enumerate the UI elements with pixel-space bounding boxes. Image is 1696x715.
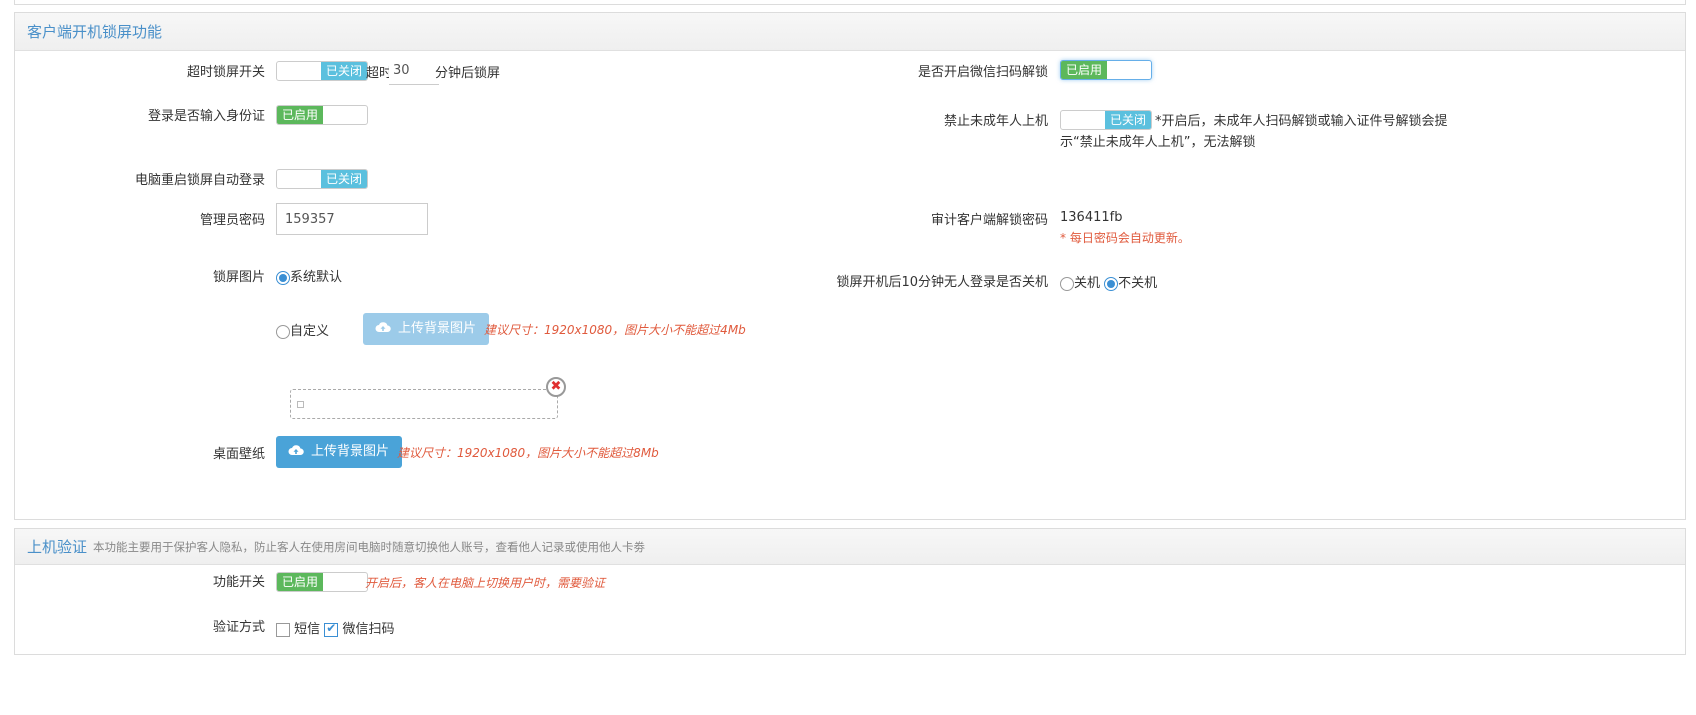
- radio-no-shutdown-label: 不关机: [1118, 276, 1158, 291]
- wallpaper-upload-button[interactable]: 上传背景图片: [276, 436, 403, 468]
- cloud-upload-icon: [375, 322, 391, 332]
- admin-password-input[interactable]: [276, 203, 428, 235]
- timeout-minutes-input[interactable]: [389, 57, 439, 85]
- upload-label: 上传背景图片: [398, 321, 477, 336]
- wallpaper-hint: 建议尺寸：1920x1080，图片大小不能超过8Mb: [397, 446, 659, 460]
- lock-screen-panel: 客户端开机锁屏功能 超时锁屏开关 已关闭 超时 分钟后锁屏 是否开启微信扫码解锁…: [14, 12, 1686, 520]
- sms-checkbox[interactable]: [276, 622, 290, 637]
- minor-ban-label: 禁止未成年人上机: [943, 114, 1048, 129]
- toggle-off-label: 已关闭: [1105, 111, 1151, 129]
- audit-password-value: 136411fb: [1060, 210, 1123, 225]
- radio-shutdown-label: 关机: [1074, 276, 1101, 291]
- lock-screen-panel-header: 客户端开机锁屏功能: [15, 13, 1685, 51]
- wallpaper-label: 桌面壁纸: [212, 447, 265, 462]
- timeout-lock-label: 超时锁屏开关: [186, 65, 265, 80]
- feature-switch-hint: 开启后，客人在电脑上切换用户时，需要验证: [365, 576, 606, 590]
- toggle-on-label: 已启用: [277, 573, 323, 591]
- broken-image-icon: [297, 401, 304, 408]
- upload-label: 上传背景图片: [311, 444, 390, 459]
- close-icon: ✖: [550, 379, 562, 394]
- wechat-unlock-toggle[interactable]: 已启用: [1060, 60, 1152, 80]
- verify-method-label: 验证方式: [212, 620, 265, 635]
- verify-panel-title: 上机验证: [27, 538, 88, 556]
- auto-shutdown-options: 关机 不关机: [1060, 272, 1157, 291]
- verify-panel-header: 上机验证 本功能主要用于保护客人隐私，防止客人在使用房间电脑时随意切换他人账号，…: [15, 529, 1685, 565]
- toggle-off-label: 已关闭: [321, 170, 367, 188]
- audit-password-note: * 每日密码会自动更新。: [1060, 231, 1190, 245]
- wechat-label: 微信扫码: [342, 622, 395, 637]
- radio-default[interactable]: [276, 270, 290, 285]
- previous-panel-bottom: [14, 0, 1686, 5]
- minor-ban-toggle[interactable]: 已关闭: [1060, 110, 1152, 130]
- timeout-suffix: 分钟后锁屏: [435, 66, 501, 81]
- toggle-off-label: 已关闭: [321, 62, 367, 80]
- timeout-lock-toggle[interactable]: 已关闭: [276, 61, 368, 81]
- lock-image-label: 锁屏图片: [212, 270, 265, 285]
- toggle-on-label: 已启用: [1061, 61, 1107, 79]
- radio-custom[interactable]: [276, 324, 290, 339]
- wechat-unlock-label: 是否开启微信扫码解锁: [917, 65, 1048, 80]
- lock-image-default-option[interactable]: 系统默认: [276, 266, 342, 285]
- remove-image-button[interactable]: ✖: [546, 377, 566, 397]
- radio-shutdown[interactable]: [1060, 276, 1074, 291]
- login-id-label: 登录是否输入身份证: [147, 109, 265, 124]
- auto-login-label: 电脑重启锁屏自动登录: [134, 173, 265, 188]
- cloud-upload-icon: [288, 445, 304, 455]
- radio-custom-label: 自定义: [290, 324, 330, 339]
- lock-screen-panel-title: 客户端开机锁屏功能: [27, 23, 163, 41]
- sms-label: 短信: [294, 622, 321, 637]
- audit-password-label: 审计客户端解锁密码: [930, 213, 1048, 228]
- login-id-toggle[interactable]: 已启用: [276, 105, 368, 125]
- lock-image-preview: [290, 389, 558, 419]
- auto-shutdown-label: 锁屏开机后10分钟无人登录是否关机: [836, 275, 1048, 290]
- feature-switch-label: 功能开关: [212, 575, 265, 590]
- lock-image-hint: 建议尺寸：1920x1080，图片大小不能超过4Mb: [484, 323, 746, 337]
- admin-password-label: 管理员密码: [199, 213, 265, 228]
- radio-no-shutdown[interactable]: [1104, 276, 1119, 291]
- verify-panel: 上机验证 本功能主要用于保护客人隐私，防止客人在使用房间电脑时随意切换他人账号，…: [14, 528, 1686, 655]
- auto-login-toggle[interactable]: 已关闭: [276, 169, 368, 189]
- verify-method-options: 短信 微信扫码: [276, 618, 394, 637]
- minor-ban-note-line1: *开启后，未成年人扫码解锁或输入证件号解锁会提: [1155, 114, 1448, 129]
- verify-panel-description: 本功能主要用于保护客人隐私，防止客人在使用房间电脑时随意切换他人账号，查看他人记…: [93, 539, 646, 554]
- lock-image-upload-button[interactable]: 上传背景图片: [363, 313, 490, 345]
- feature-switch-toggle[interactable]: 已启用: [276, 572, 368, 592]
- radio-default-label: 系统默认: [290, 270, 343, 285]
- minor-ban-note-line2: 示“禁止未成年人上机”，无法解锁: [1060, 135, 1256, 150]
- wechat-checkbox[interactable]: [324, 621, 339, 637]
- lock-image-custom-option[interactable]: 自定义: [276, 320, 329, 339]
- toggle-on-label: 已启用: [277, 106, 323, 124]
